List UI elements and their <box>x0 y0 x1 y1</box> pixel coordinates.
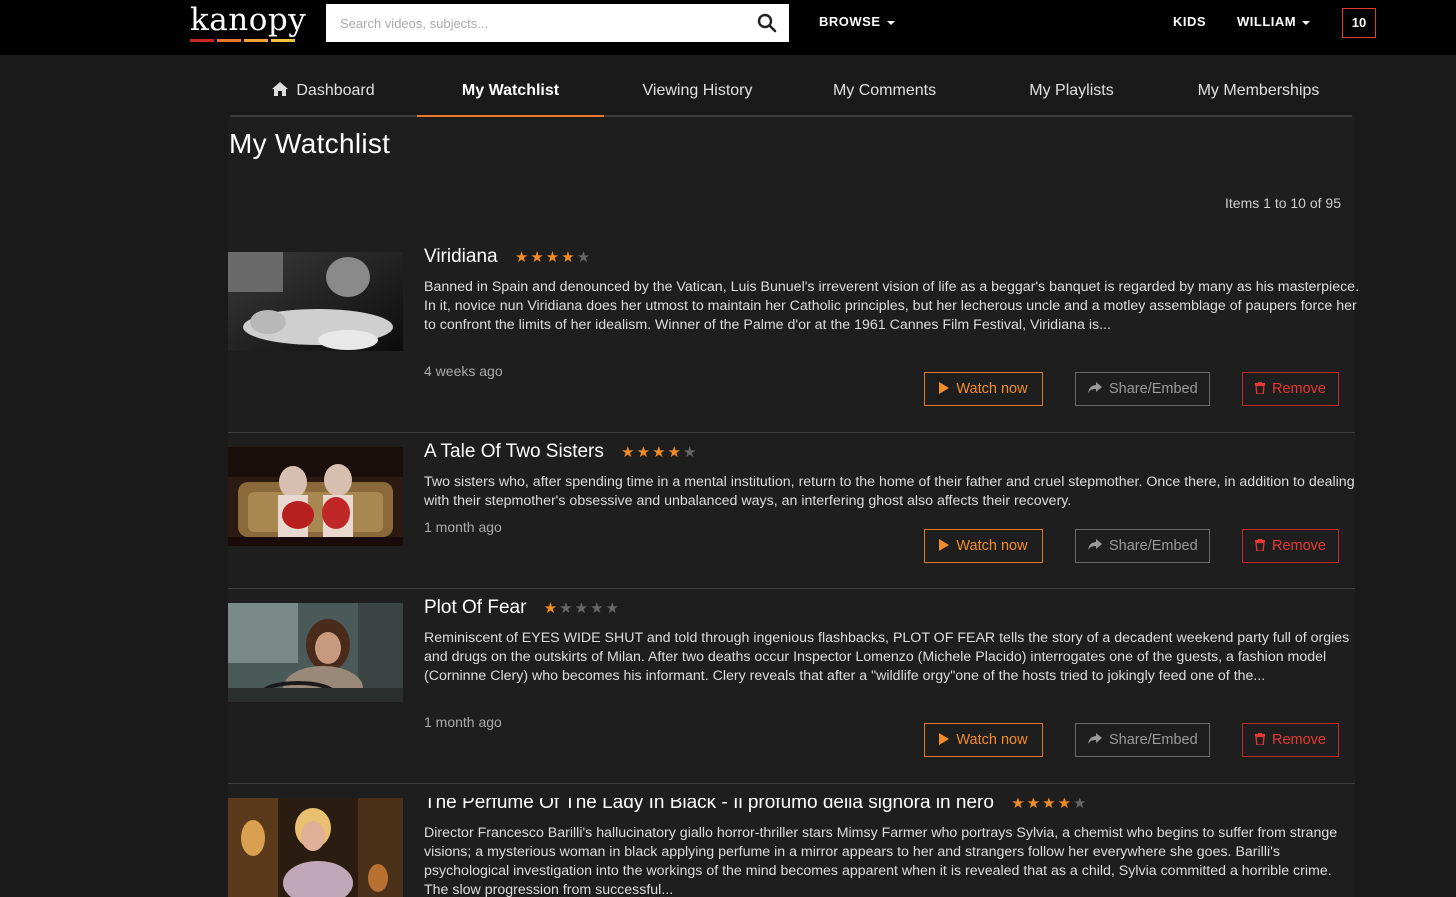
share-embed-button[interactable]: Share/Embed <box>1075 372 1210 406</box>
watch-now-button[interactable]: Watch now <box>924 372 1043 406</box>
tab-label: My Comments <box>832 82 937 99</box>
remove-button[interactable]: Remove <box>1242 372 1339 406</box>
star-empty-icon: ★ <box>1073 798 1087 812</box>
added-time: 4 weeks ago <box>424 363 503 379</box>
logo-text: kanopy <box>190 2 307 38</box>
star-empty-icon: ★ <box>576 249 591 266</box>
trash-icon <box>1255 539 1265 552</box>
trash-icon <box>1255 382 1265 395</box>
star-empty-icon: ★ <box>590 600 604 617</box>
star-filled-icon: ★ <box>543 600 558 617</box>
kanopy-logo[interactable]: kanopy <box>190 2 306 42</box>
star-filled-icon: ★ <box>636 444 651 461</box>
video-thumbnail[interactable] <box>228 252 403 351</box>
star-filled-icon: ★ <box>530 249 544 266</box>
play-icon <box>939 382 950 395</box>
trash-icon <box>1255 733 1265 746</box>
star-empty-icon: ★ <box>682 444 697 461</box>
page-title: My Watchlist <box>229 128 391 159</box>
chevron-down-icon <box>886 20 895 25</box>
kids-link[interactable]: KIDS <box>1173 14 1206 29</box>
list-item: The Perfume Of The Lady In Black - Il pr… <box>228 798 1355 897</box>
star-filled-icon: ★ <box>1042 798 1056 812</box>
star-filled-icon: ★ <box>545 249 560 266</box>
share-embed-button[interactable]: Share/Embed <box>1075 529 1210 563</box>
watch-now-button[interactable]: Watch now <box>924 723 1043 757</box>
rating-stars: ★ ★ ★ ★ ★ <box>1011 798 1088 814</box>
account-tabs: Dashboard My Watchlist Viewing History M… <box>230 72 1352 117</box>
browse-label: BROWSE <box>819 14 881 29</box>
search-box <box>326 4 789 42</box>
chevron-down-icon <box>1302 20 1311 25</box>
added-time: 1 month ago <box>424 714 502 730</box>
rating-stars: ★ ★ ★ ★ ★ <box>544 597 621 619</box>
share-icon <box>1088 539 1102 551</box>
video-title[interactable]: A Tale Of Two Sisters ★ ★ ★ ★ ★ <box>424 441 698 463</box>
tab-label: Viewing History <box>642 82 753 99</box>
rating-stars: ★ ★ ★ ★ ★ <box>515 246 592 268</box>
search-input[interactable] <box>326 4 746 42</box>
star-filled-icon: ★ <box>561 249 575 266</box>
share-icon <box>1088 382 1102 394</box>
items-count: Items 1 to 10 of 95 <box>1225 195 1341 211</box>
tab-viewing-history[interactable]: Viewing History <box>604 72 791 115</box>
list-item: A Tale Of Two Sisters ★ ★ ★ ★ ★ Two sisters … <box>228 441 1355 577</box>
top-navbar: kanopy BROWSE KIDS WILLIAM 10 <box>0 0 1456 55</box>
star-filled-icon: ★ <box>652 444 666 461</box>
remove-button[interactable]: Remove <box>1242 723 1339 757</box>
tab-my-playlists[interactable]: My Playlists <box>978 72 1165 115</box>
play-icon <box>939 733 950 746</box>
user-name: WILLIAM <box>1237 14 1297 29</box>
tab-label: My Watchlist <box>461 82 560 99</box>
watch-now-button[interactable]: Watch now <box>924 529 1043 563</box>
star-filled-icon: ★ <box>667 444 681 461</box>
star-filled-icon: ★ <box>1057 798 1072 812</box>
rating-stars: ★ ★ ★ ★ ★ <box>621 441 698 463</box>
star-filled-icon: ★ <box>514 249 529 266</box>
notification-badge[interactable]: 10 <box>1342 8 1376 38</box>
logo-color-bars <box>190 39 306 42</box>
kids-label: KIDS <box>1173 14 1207 29</box>
tab-my-memberships[interactable]: My Memberships <box>1165 72 1352 115</box>
tab-my-comments[interactable]: My Comments <box>791 72 978 115</box>
star-filled-icon: ★ <box>1026 798 1041 812</box>
home-icon <box>272 82 289 97</box>
star-empty-icon: ★ <box>559 600 573 617</box>
video-description: Director Francesco Barilli's hallucinato… <box>424 825 1338 897</box>
video-title[interactable]: Plot Of Fear ★ ★ ★ ★ ★ <box>424 597 621 619</box>
video-thumbnail[interactable] <box>228 603 403 702</box>
video-title[interactable]: Viridiana ★ ★ ★ ★ ★ <box>424 246 592 268</box>
row-divider <box>228 432 1355 433</box>
tab-dashboard[interactable]: Dashboard <box>230 72 417 115</box>
list-item: Plot Of Fear ★ ★ ★ ★ ★ Reminiscent of EYES W… <box>228 597 1355 768</box>
star-empty-icon: ★ <box>605 600 619 617</box>
search-icon[interactable] <box>757 13 777 33</box>
browse-menu[interactable]: BROWSE <box>819 14 895 29</box>
share-icon <box>1088 733 1102 745</box>
tab-label: My Playlists <box>1029 82 1114 99</box>
tab-my-watchlist[interactable]: My Watchlist <box>417 72 604 117</box>
tab-label: Dashboard <box>296 82 375 99</box>
added-time: 1 month ago <box>424 519 502 535</box>
video-description: Reminiscent of EYES WIDE SHUT and told t… <box>424 630 1350 684</box>
list-item: Viridiana ★ ★ ★ ★ ★ Banned in Spain and deno… <box>228 246 1359 422</box>
star-empty-icon: ★ <box>574 600 589 617</box>
user-menu[interactable]: WILLIAM <box>1237 14 1311 29</box>
share-embed-button[interactable]: Share/Embed <box>1075 723 1210 757</box>
star-filled-icon: ★ <box>1011 798 1025 812</box>
remove-button[interactable]: Remove <box>1242 529 1339 563</box>
video-description: Banned in Spain and denounced by the Vat… <box>424 279 1360 333</box>
star-filled-icon: ★ <box>621 444 635 461</box>
play-icon <box>939 539 950 552</box>
video-title[interactable]: The Perfume Of The Lady In Black - Il pr… <box>424 798 1088 814</box>
video-description: Two sisters who, after spending time in … <box>424 474 1355 509</box>
tab-label: My Memberships <box>1197 82 1320 99</box>
row-divider <box>228 783 1355 784</box>
row-divider <box>228 588 1355 589</box>
video-thumbnail[interactable] <box>228 798 403 897</box>
video-thumbnail[interactable] <box>228 447 403 546</box>
